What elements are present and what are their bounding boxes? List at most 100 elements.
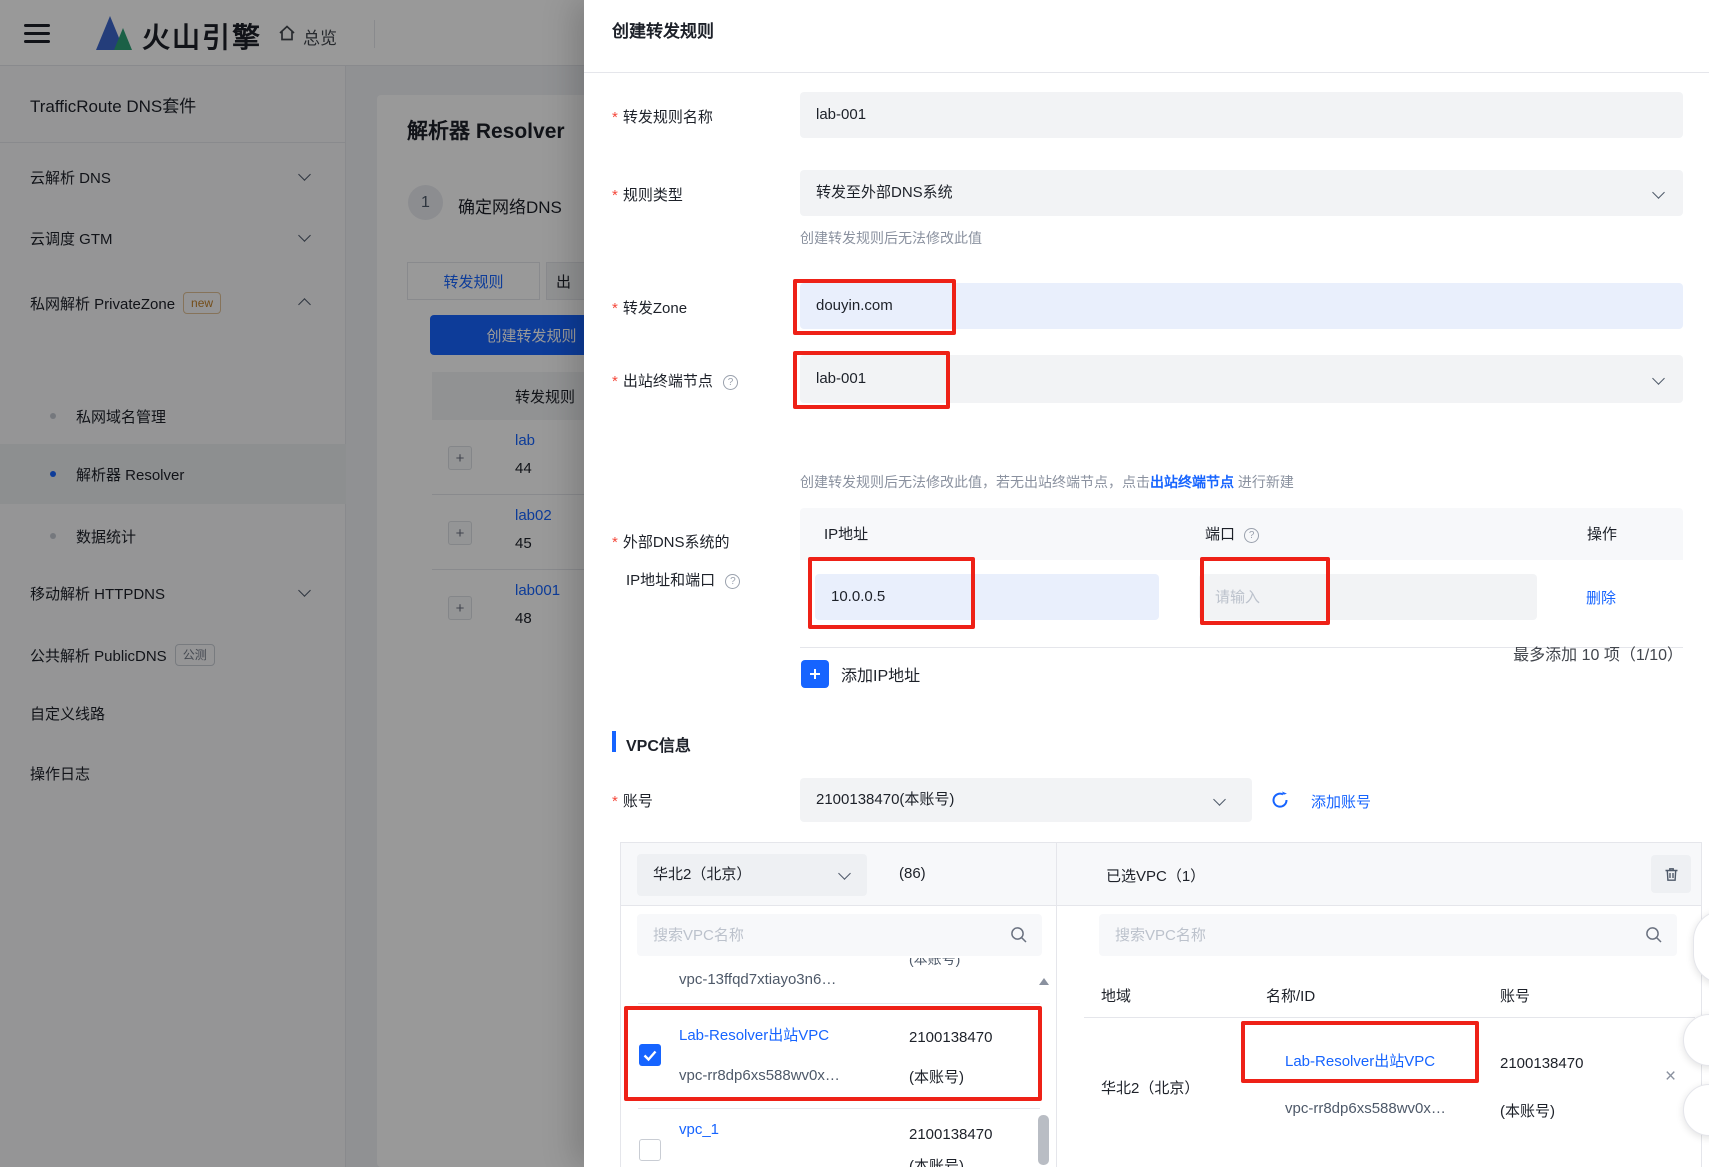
- help-icon[interactable]: ?: [1244, 528, 1260, 543]
- create-rule-drawer: 创建转发规则 * 转发规则名称 lab-001 * 规则类型 转发至外部DNS系统 …: [584, 0, 1709, 1167]
- port-input[interactable]: [1199, 574, 1537, 620]
- checkbox-unchecked-icon[interactable]: [639, 1139, 661, 1161]
- account-value: 2100138470(本账号): [816, 791, 955, 808]
- field-label-dns-ip-line1: * 外部DNS系统的: [612, 531, 730, 552]
- selected-vpc-search-input[interactable]: [1099, 914, 1677, 956]
- chevron-down-icon: [1652, 186, 1665, 199]
- rule-type-note: 创建转发规则后无法修改此值: [800, 230, 982, 246]
- ip-address-input[interactable]: 10.0.0.5: [815, 574, 1159, 620]
- partial-item-id: vpc-13ffqd7xtiayo3n6…: [679, 971, 837, 988]
- vpc-section-bar: [612, 731, 616, 752]
- endpoint-select[interactable]: lab-001: [800, 355, 1683, 403]
- col-port-text: 端口: [1205, 526, 1236, 543]
- chevron-down-icon: [1652, 372, 1665, 385]
- partial-item-account: (本账号): [909, 958, 961, 967]
- vpc-name-link[interactable]: vpc_1: [679, 1121, 719, 1138]
- vpc-transfer-panel: 华北2（北京） (86) 已选VPC（1） 搜索VPC名称 搜索VPC名称 (本…: [620, 842, 1702, 1167]
- row-account-line1: 2100138470: [1500, 1055, 1584, 1072]
- drawer-header-divider: [584, 72, 1709, 73]
- forward-zone-value: douyin.com: [816, 297, 893, 314]
- left-search: [637, 914, 1042, 956]
- help-icon[interactable]: ?: [723, 375, 739, 390]
- region-select[interactable]: 华北2（北京）: [637, 854, 867, 896]
- plus-icon: [801, 660, 829, 688]
- vpc-search-input[interactable]: [637, 914, 1042, 956]
- col-port: 端口 ?: [1205, 523, 1260, 544]
- col-action: 操作: [1587, 526, 1618, 543]
- drawer-title: 创建转发规则: [612, 22, 714, 41]
- vpc-name-link[interactable]: Lab-Resolver出站VPC: [679, 1024, 829, 1045]
- delete-ip-link[interactable]: 删除: [1586, 587, 1616, 608]
- selected-vpc-title: 已选VPC（1）: [1106, 868, 1206, 885]
- vpc-list: (本账号) vpc-13ffqd7xtiayo3n6… Lab-Resolver…: [622, 958, 1055, 1167]
- field-label-endpoint: * 出站终端节点 ?: [612, 370, 739, 391]
- add-account-link[interactable]: 添加账号: [1311, 791, 1371, 812]
- rule-type-value: 转发至外部DNS系统: [816, 184, 953, 201]
- remove-vpc-icon[interactable]: ×: [1665, 1066, 1676, 1088]
- search-icon: [1646, 927, 1662, 943]
- note-suffix: 进行新建: [1234, 474, 1294, 490]
- row-vpc-id: vpc-rr8dp6xs588wv0x…: [1285, 1100, 1446, 1117]
- label-text: IP地址和端口: [626, 572, 716, 589]
- col-name-id: 名称/ID: [1266, 988, 1316, 1005]
- vpc-list-item[interactable]: vpc_1 2100138470 (本账号): [622, 1109, 1055, 1167]
- vpc-account-line2: (本账号): [909, 1158, 964, 1167]
- account-select[interactable]: 2100138470(本账号): [800, 778, 1252, 822]
- field-label-rule-type: * 规则类型: [612, 184, 683, 205]
- rule-name-input[interactable]: lab-001: [800, 92, 1683, 138]
- refresh-icon[interactable]: [1270, 790, 1290, 810]
- endpoint-note-link[interactable]: 出站终端节点: [1150, 474, 1234, 490]
- scrollbar-up-icon[interactable]: [1039, 978, 1049, 985]
- col-ip: IP地址: [824, 526, 869, 543]
- endpoint-note: 创建转发规则后无法修改此值，若无出站终端节点，点击出站终端节点 进行新建: [800, 472, 1294, 492]
- label-text: 规则类型: [622, 187, 683, 204]
- row-account-line2: (本账号): [1500, 1103, 1555, 1120]
- label-text: 账号: [622, 793, 653, 810]
- add-ip-button[interactable]: 添加IP地址: [801, 660, 920, 688]
- field-label-rule-name: * 转发规则名称: [612, 106, 713, 127]
- vpc-id: vpc-rr8dp6xs588wv0x…: [679, 1067, 840, 1084]
- scrollbar-thumb[interactable]: [1038, 1115, 1049, 1165]
- field-label-forward-zone: * 转发Zone: [612, 297, 687, 318]
- vpc-account-line1: 2100138470: [909, 1126, 993, 1143]
- label-text: 转发规则名称: [622, 109, 713, 126]
- row-region: 华北2（北京）: [1101, 1080, 1200, 1097]
- required-mark: *: [612, 534, 618, 551]
- ip-table-row: 10.0.0.5 删除: [800, 560, 1683, 648]
- help-icon[interactable]: ?: [725, 574, 741, 589]
- label-text: 转发Zone: [622, 300, 688, 317]
- add-ip-label: 添加IP地址: [841, 668, 921, 685]
- endpoint-value: lab-001: [816, 370, 867, 387]
- rule-type-select[interactable]: 转发至外部DNS系统: [800, 170, 1683, 216]
- field-label-account: * 账号: [612, 790, 653, 811]
- vpc-section-title: VPC信息: [626, 738, 691, 755]
- vpc-account-line1: 2100138470: [909, 1029, 993, 1046]
- required-mark: *: [612, 300, 618, 317]
- required-mark: *: [612, 187, 618, 204]
- region-value: 华北2（北京）: [653, 866, 752, 883]
- ip-table: IP地址 端口 ? 操作 10.0.0.5 删除: [800, 508, 1683, 648]
- search-icon: [1011, 927, 1027, 943]
- required-mark: *: [612, 109, 618, 126]
- required-mark: *: [612, 373, 618, 390]
- required-mark: *: [612, 793, 618, 810]
- col-account: 账号: [1500, 988, 1531, 1005]
- ip-table-header: IP地址 端口 ? 操作: [800, 508, 1683, 560]
- checkbox-checked-icon[interactable]: [639, 1044, 661, 1066]
- chevron-down-icon: [838, 867, 851, 880]
- label-text: 外部DNS系统的: [622, 534, 730, 551]
- screen: 火山引擎 总览 TrafficRoute DNS套件 云解析 DNS 云调度 G…: [0, 0, 1709, 1167]
- label-text: 出站终端节点: [622, 373, 713, 390]
- forward-zone-input[interactable]: douyin.com: [800, 283, 1683, 329]
- vpc-list-item-selected[interactable]: Lab-Resolver出站VPC vpc-rr8dp6xs588wv0x… 2…: [622, 1004, 1055, 1106]
- clear-selected-button[interactable]: [1651, 855, 1691, 893]
- trash-icon: [1665, 867, 1677, 881]
- ip-address-value: 10.0.0.5: [831, 588, 886, 605]
- col-region: 地域: [1101, 988, 1132, 1005]
- note-prefix: 创建转发规则后无法修改此值，若无出站终端节点，点击: [800, 474, 1150, 490]
- right-search: [1099, 914, 1677, 956]
- rule-name-value: lab-001: [816, 106, 867, 123]
- row-vpc-name-link[interactable]: Lab-Resolver出站VPC: [1285, 1050, 1435, 1071]
- chevron-down-icon: [1213, 793, 1226, 806]
- field-label-dns-ip-line2: IP地址和端口 ?: [626, 569, 741, 590]
